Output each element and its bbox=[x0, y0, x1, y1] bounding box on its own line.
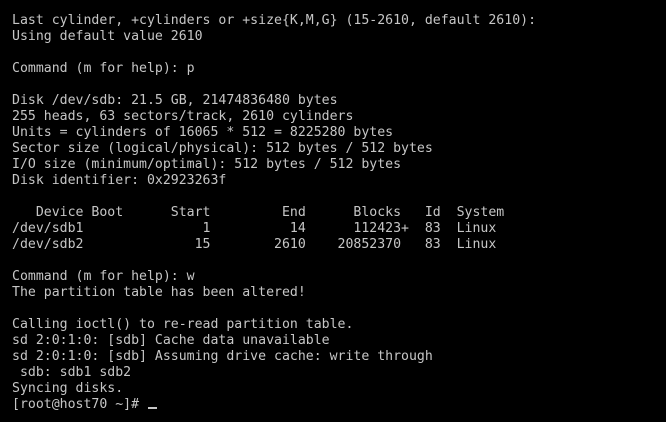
terminal-line: sd 2:0:1:0: [sdb] Assuming drive cache: … bbox=[12, 349, 433, 364]
command-prompt-line[interactable]: [root@host70 ~]# bbox=[12, 397, 666, 413]
terminal-line: Disk /dev/sdb: 21.5 GB, 21474836480 byte… bbox=[12, 93, 338, 108]
terminal-line: Using default value 2610 bbox=[12, 29, 203, 44]
terminal-line: Command (m for help): p bbox=[12, 61, 195, 76]
terminal-line: Command (m for help): w bbox=[12, 269, 195, 284]
terminal-line: Syncing disks. bbox=[12, 381, 124, 396]
terminal-line: Sector size (logical/physical): 512 byte… bbox=[12, 141, 433, 156]
terminal-line: Calling ioctl() to re-read partition tab… bbox=[12, 317, 354, 332]
terminal-line: Last cylinder, +cylinders or +size{K,M,G… bbox=[12, 13, 537, 28]
partition-row: /dev/sdb1 1 14 112423+ 83 Linux bbox=[12, 221, 497, 236]
text-cursor bbox=[147, 407, 157, 409]
terminal-line: I/O size (minimum/optimal): 512 bytes / … bbox=[12, 157, 402, 172]
terminal-line: Units = cylinders of 16065 * 512 = 82252… bbox=[12, 125, 394, 140]
partition-row: /dev/sdb2 15 2610 20852370 83 Linux bbox=[12, 237, 497, 252]
terminal-line: sd 2:0:1:0: [sdb] Cache data unavailable bbox=[12, 333, 330, 348]
terminal-screen[interactable]: Last cylinder, +cylinders or +size{K,M,G… bbox=[0, 0, 666, 422]
terminal-line: The partition table has been altered! bbox=[12, 285, 306, 300]
terminal-line: 255 heads, 63 sectors/track, 2610 cylind… bbox=[12, 109, 354, 124]
terminal-line: sdb: sdb1 sdb2 bbox=[12, 365, 132, 380]
terminal-line: Disk identifier: 0x2923263f bbox=[12, 173, 227, 188]
partition-table-header: Device Boot Start End Blocks Id System bbox=[12, 205, 505, 220]
shell-prompt: [root@host70 ~]# bbox=[12, 397, 147, 412]
